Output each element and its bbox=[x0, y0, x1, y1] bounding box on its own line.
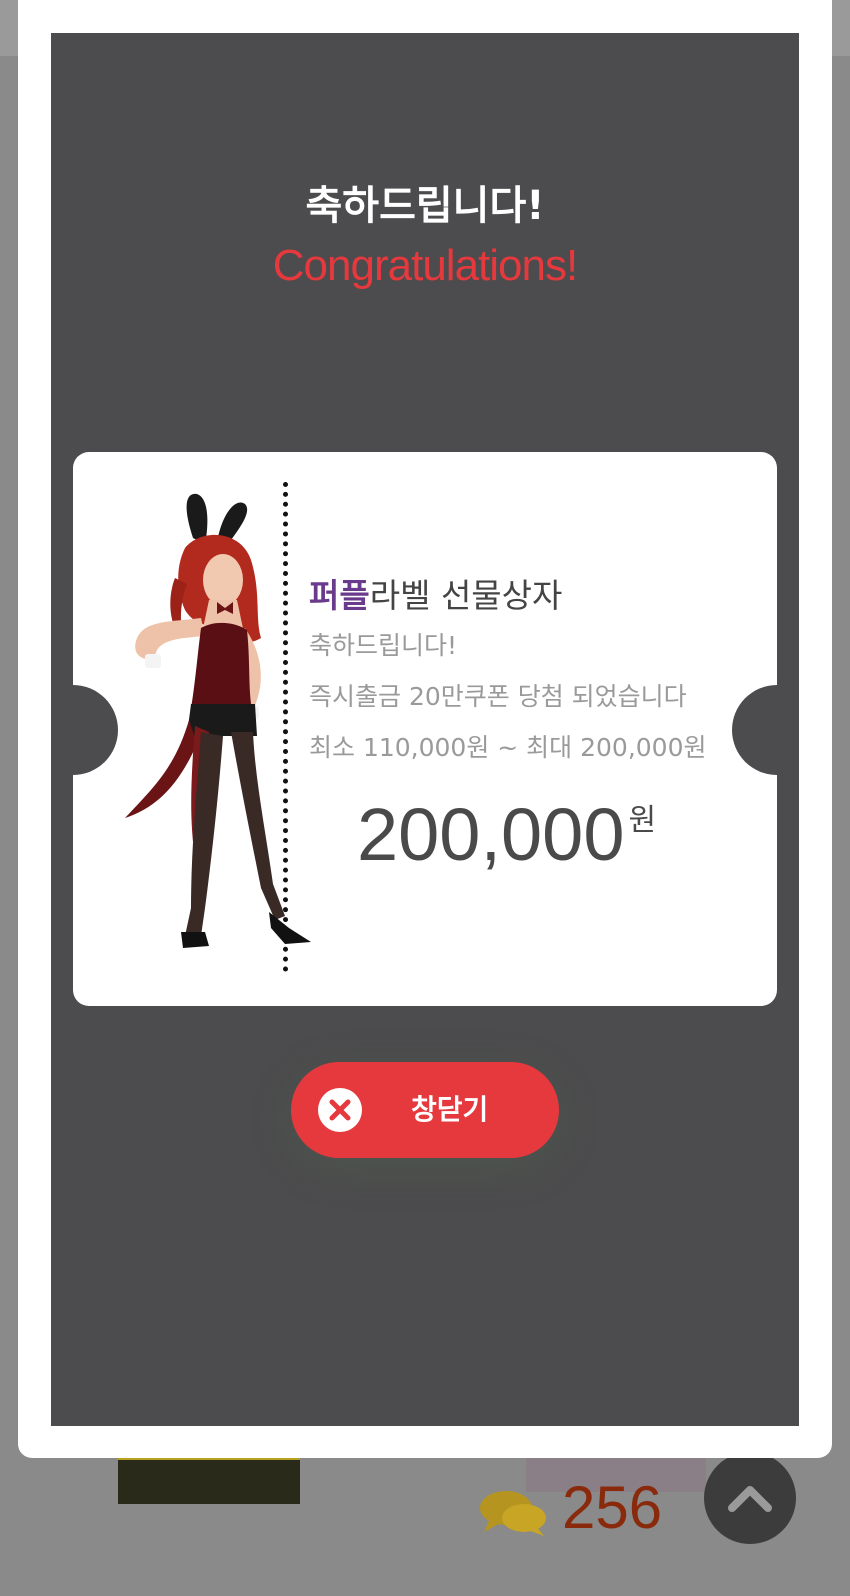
prize-amount-value: 200,000 bbox=[357, 793, 625, 876]
prize-amount-unit: 원 bbox=[628, 803, 657, 838]
ticket-perforation bbox=[283, 482, 288, 972]
product-name-rest: 라벨 선물상자 bbox=[369, 576, 563, 615]
scroll-to-top-button[interactable] bbox=[704, 1452, 796, 1544]
chat-bubbles-icon bbox=[480, 1491, 546, 1536]
close-button-label: 창닫기 bbox=[411, 1093, 489, 1126]
product-name: 퍼플라벨 선물상자 bbox=[309, 572, 769, 620]
product-brand: 퍼플 bbox=[309, 576, 370, 615]
background-gift-box bbox=[118, 1452, 300, 1504]
prize-ticket: 퍼플라벨 선물상자 축하드립니다! 즉시출금 20만쿠폰 당첨 되었습니다 최소… bbox=[73, 452, 777, 1006]
modal-subtitle: Congratulations! bbox=[272, 241, 578, 290]
prize-amount: 200,000 원 bbox=[357, 792, 656, 877]
modal-title: 축하드립니다! bbox=[305, 183, 545, 229]
comment-count: 256 bbox=[562, 1474, 663, 1541]
congrats-line: 축하드립니다! bbox=[309, 631, 458, 660]
close-icon bbox=[318, 1088, 362, 1132]
amount-range-line: 최소 110,000원 ~ 최대 200,000원 bbox=[309, 733, 707, 762]
coupon-won-line: 즉시출금 20만쿠폰 당첨 되었습니다 bbox=[309, 682, 687, 711]
close-button[interactable]: 창닫기 bbox=[291, 1062, 559, 1158]
chevron-up-icon bbox=[728, 1486, 772, 1512]
ticket-details: 퍼플라벨 선물상자 축하드립니다! 즉시출금 20만쿠폰 당첨 되었습니다 최소… bbox=[309, 572, 769, 773]
